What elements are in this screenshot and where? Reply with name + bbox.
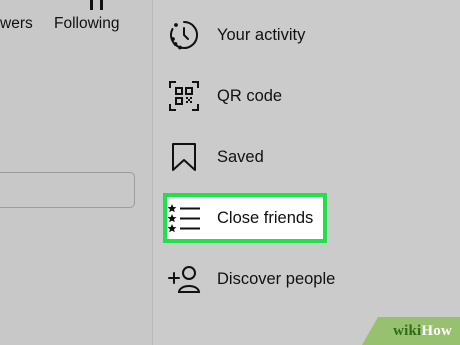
add-person-icon <box>167 262 201 296</box>
menu-item-your-activity[interactable]: Your activity <box>167 13 367 57</box>
following-label[interactable]: Following <box>54 15 119 33</box>
menu-item-label: Saved <box>217 147 264 166</box>
watermark-suffix: How <box>421 323 452 339</box>
close-friends-list-icon <box>167 201 201 235</box>
menu-item-discover-people[interactable]: Discover people <box>167 257 367 301</box>
qr-code-icon <box>167 79 201 113</box>
menu-item-label: QR code <box>217 86 283 105</box>
menu-item-saved[interactable]: Saved <box>167 135 367 179</box>
menu-item-close-friends[interactable]: Close friends <box>167 196 367 240</box>
followers-label[interactable]: wers <box>0 15 33 33</box>
edit-profile-button[interactable] <box>0 172 135 208</box>
watermark-prefix: wiki <box>393 323 422 339</box>
bookmark-icon <box>167 140 201 174</box>
activity-clock-icon <box>167 18 201 52</box>
menu-item-label: Your activity <box>217 25 306 44</box>
menu-item-label: Discover people <box>217 269 336 288</box>
profile-pane: wers Following <box>0 0 152 345</box>
wikihow-watermark: wikiHow <box>362 317 460 345</box>
menu-item-qr-code[interactable]: QR code <box>167 74 367 118</box>
menu-item-label: Close friends <box>217 208 314 227</box>
